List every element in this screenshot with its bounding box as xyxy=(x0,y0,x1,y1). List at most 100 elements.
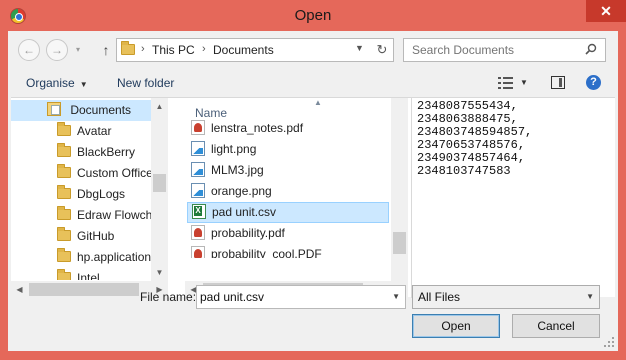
nav-item[interactable]: Avatar xyxy=(57,121,111,142)
file-row[interactable]: MLM3.jpg xyxy=(187,160,389,181)
nav-item-documents[interactable]: Documents xyxy=(11,100,151,121)
folder-icon xyxy=(57,143,71,157)
pdf-icon xyxy=(191,225,205,240)
view-options-icon[interactable] xyxy=(498,77,514,89)
scrollbar-thumb[interactable] xyxy=(393,232,406,254)
file-row[interactable]: light.png xyxy=(187,139,389,160)
file-name: pad unit.csv xyxy=(212,205,277,219)
file-list[interactable]: Name ▲ lenstra_notes.pdf light.png MLM3.… xyxy=(185,98,408,298)
nav-item[interactable]: BlackBerry xyxy=(57,142,135,163)
pdf-icon xyxy=(191,120,205,135)
nav-item-label: hp.applications xyxy=(77,250,158,264)
search-icon[interactable] xyxy=(585,43,597,55)
image-icon xyxy=(191,183,205,198)
scroll-up-arrow-icon[interactable] xyxy=(391,98,408,124)
folder-icon xyxy=(57,122,71,136)
nav-item-label: Intel xyxy=(77,271,100,280)
file-name-input[interactable] xyxy=(197,286,383,308)
file-name: probability.pdf xyxy=(211,226,285,240)
pdf-icon xyxy=(191,246,205,258)
scroll-left-arrow-icon[interactable]: ◀ xyxy=(11,281,28,298)
nav-item[interactable]: DbgLogs xyxy=(57,184,125,205)
close-button[interactable]: ✕ xyxy=(586,0,626,22)
address-bar[interactable]: › This PC › Documents ▼ ↻ xyxy=(116,38,394,62)
chevron-down-icon: ▼ xyxy=(79,80,88,89)
preview-pane-icon[interactable] xyxy=(551,76,565,89)
file-row[interactable]: probability_cool.PDF xyxy=(187,244,389,258)
new-folder-button[interactable]: New folder xyxy=(117,76,174,90)
chevron-right-icon[interactable]: › xyxy=(141,43,145,55)
forward-button[interactable]: → xyxy=(46,39,68,61)
help-icon[interactable]: ? xyxy=(586,75,601,90)
preview-text-line: 2348103747583 xyxy=(417,164,511,178)
chevron-down-icon[interactable]: ▼ xyxy=(392,292,400,301)
search-input[interactable] xyxy=(404,39,582,61)
nav-item-label: GitHub xyxy=(77,229,115,243)
chevron-right-icon[interactable]: › xyxy=(202,43,206,55)
scrollbar-thumb[interactable] xyxy=(29,283,139,296)
recent-locations-dropdown[interactable]: ▾ xyxy=(72,40,84,62)
scrollbar-thumb[interactable] xyxy=(153,174,166,192)
file-row[interactable]: probability.pdf xyxy=(187,223,389,244)
file-row-selected[interactable]: pad unit.csv xyxy=(187,202,389,223)
file-name: MLM3.jpg xyxy=(211,163,264,177)
nav-item[interactable]: Intel xyxy=(57,268,100,280)
breadcrumb-documents[interactable]: Documents xyxy=(213,43,274,57)
folder-icon xyxy=(57,164,71,178)
search-box[interactable] xyxy=(403,38,606,62)
folder-icon xyxy=(57,185,71,199)
file-name: orange.png xyxy=(211,184,272,198)
content-area: Documents Avatar BlackBerry Custom Offic… xyxy=(11,97,615,298)
preview-text-line: 2348087555434, xyxy=(417,99,518,113)
address-dropdown-icon[interactable]: ▼ xyxy=(355,43,364,53)
nav-item[interactable]: GitHub xyxy=(57,226,114,247)
folder-icon xyxy=(57,248,71,262)
folder-icon xyxy=(57,227,71,241)
file-row[interactable]: lenstra_notes.pdf xyxy=(187,118,389,139)
window-title: Open xyxy=(294,7,332,24)
open-button[interactable]: Open xyxy=(412,314,500,338)
resize-grip-icon[interactable] xyxy=(604,337,614,347)
image-icon xyxy=(191,162,205,177)
file-name-combobox[interactable]: ▼ xyxy=(196,285,406,309)
breadcrumb-this-pc[interactable]: This PC xyxy=(152,43,195,57)
nav-item-label: Documents xyxy=(70,103,132,117)
excel-csv-icon xyxy=(192,204,206,219)
file-name: light.png xyxy=(211,142,257,156)
refresh-button[interactable]: ↻ xyxy=(373,41,391,59)
preview-pane: 2348087555434, 2348063888475, 2348037485… xyxy=(411,98,615,298)
nav-item[interactable]: hp.applications xyxy=(57,247,157,268)
preview-text-line: 234803748594857, xyxy=(417,125,533,139)
folder-icon xyxy=(57,206,71,220)
title-bar[interactable]: Open ✕ xyxy=(0,0,626,32)
nav-item-label: Avatar xyxy=(77,124,112,138)
navigation-pane[interactable]: Documents Avatar BlackBerry Custom Offic… xyxy=(11,98,168,298)
dialog-body: ← → ▾ ↑ › This PC › Documents ▼ ↻ Organi… xyxy=(8,31,618,351)
preview-text-line: 23470653748576, xyxy=(417,138,526,152)
file-name: probability_cool.PDF xyxy=(211,247,322,258)
sort-ascending-icon: ▲ xyxy=(314,98,322,107)
back-button[interactable]: ← xyxy=(18,39,40,61)
views-dropdown-icon[interactable]: ▼ xyxy=(520,78,528,87)
open-dialog-window: Open ✕ ← → ▾ ↑ › This PC › Documents ▼ ↻… xyxy=(0,0,626,360)
file-name: lenstra_notes.pdf xyxy=(211,121,304,135)
preview-text-line: 23490374857464, xyxy=(417,151,526,165)
nav-item-label: BlackBerry xyxy=(77,145,136,159)
nav-pane-vertical-scrollbar[interactable]: ▲ ▼ xyxy=(151,98,168,281)
file-list-vertical-scrollbar[interactable] xyxy=(391,98,408,281)
preview-text-line: 2348063888475, xyxy=(417,112,518,126)
file-type-select[interactable]: All Files ▼ xyxy=(412,285,600,309)
scroll-up-arrow-icon[interactable]: ▲ xyxy=(151,98,168,115)
file-row[interactable]: orange.png xyxy=(187,181,389,202)
nav-item-label: DbgLogs xyxy=(77,187,126,201)
scroll-down-arrow-icon[interactable]: ▼ xyxy=(151,264,168,281)
file-name-label: File name: xyxy=(140,290,197,304)
organise-menu[interactable]: Organise ▼ xyxy=(26,76,88,90)
documents-folder-icon xyxy=(47,102,61,116)
image-icon xyxy=(191,141,205,156)
chevron-down-icon[interactable]: ▼ xyxy=(586,292,594,301)
file-type-value: All Files xyxy=(418,290,461,304)
nav-item[interactable]: Edraw Flowchart xyxy=(57,205,166,226)
cancel-button[interactable]: Cancel xyxy=(512,314,600,338)
up-button[interactable]: ↑ xyxy=(97,39,115,61)
